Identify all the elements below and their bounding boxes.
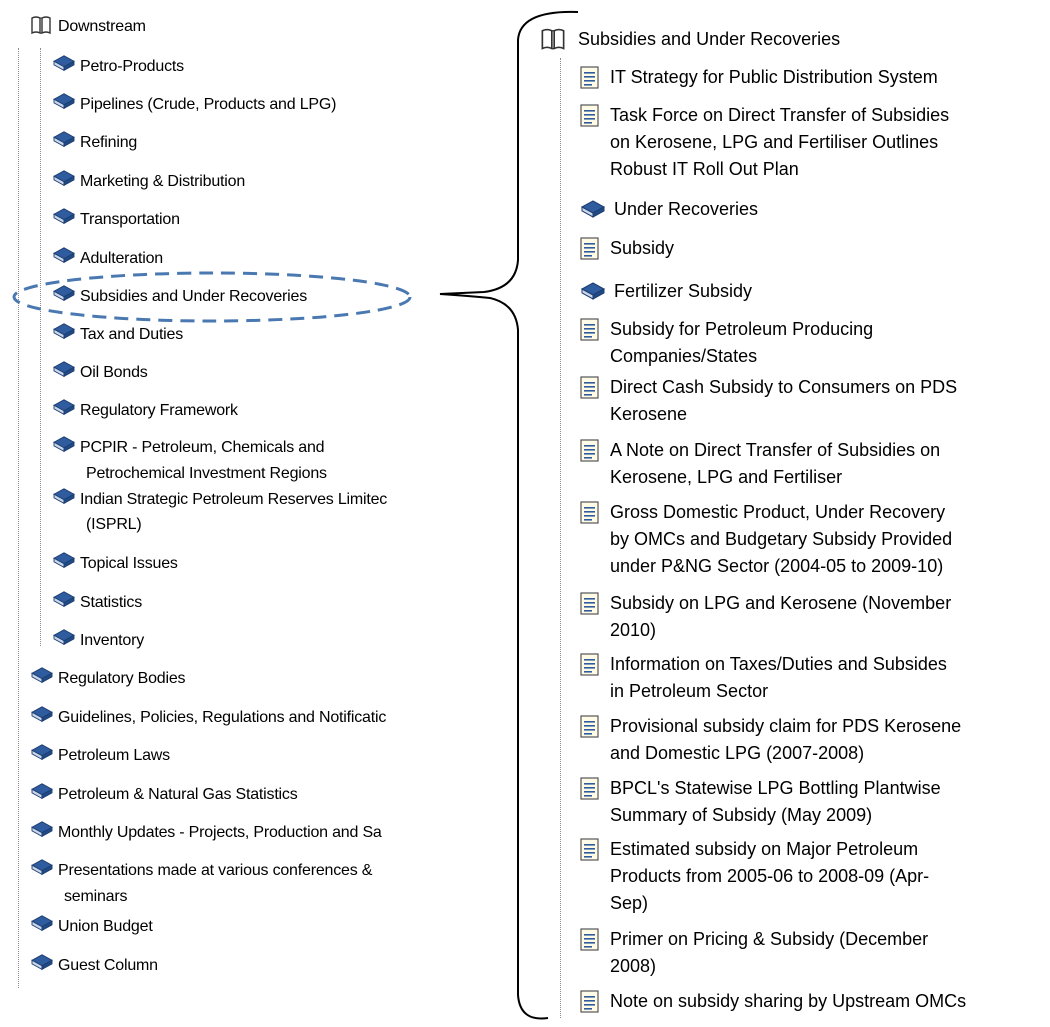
tree-label-line: IT Strategy for Public Distribution Syst… xyxy=(610,67,938,87)
tree-label-line: Estimated subsidy on Major Petroleum xyxy=(610,839,919,859)
tree-label-group: Subsidy xyxy=(610,235,674,262)
tree-label-group: Direct Cash Subsidy to Consumers on PDS K… xyxy=(610,374,957,428)
tree-label-line: by OMCs and Budgetary Subsidy Provided xyxy=(610,529,953,549)
closed-book-icon xyxy=(580,281,606,303)
tree-label-line: Products from 2005-06 to 2008-09 (Apr- xyxy=(610,866,930,886)
tree-connector-line xyxy=(560,58,561,1018)
tree-document-item[interactable]: Subsidy xyxy=(580,235,674,262)
tree-label-line: Companies/States xyxy=(610,346,758,366)
tree-document-item[interactable]: Subsidy on LPG and Kerosene (November 201… xyxy=(580,590,951,644)
tree-label-group: Provisional subsidy claim for PDS Kerose… xyxy=(610,713,961,767)
document-icon xyxy=(580,653,600,677)
tree-label-group: Task Force on Direct Transfer of Subsidi… xyxy=(610,102,949,183)
tree-label-line: 2008) xyxy=(610,956,657,976)
tree-label-line: Subsidy for Petroleum Producing xyxy=(610,319,874,339)
tree-document-item[interactable]: Provisional subsidy claim for PDS Kerose… xyxy=(580,713,961,767)
tree-label-line: Provisional subsidy claim for PDS Kerose… xyxy=(610,716,962,736)
tree-label-line: on Kerosene, LPG and Fertiliser Outlines xyxy=(610,132,939,152)
document-icon xyxy=(580,318,600,342)
tree-document-item[interactable]: BPCL's Statewise LPG Bottling Plantwise S… xyxy=(580,775,941,829)
tree-label-group: Subsidy for Petroleum Producing Companies… xyxy=(610,316,873,370)
tree-label-group: Under Recoveries xyxy=(614,196,758,223)
tree-label-line: A Note on Direct Transfer of Subsidies o… xyxy=(610,440,941,460)
tree-label-line: and Domestic LPG (2007-2008) xyxy=(610,743,865,763)
tree-label-line: Subsidy xyxy=(610,238,675,258)
document-icon xyxy=(580,592,600,616)
tree-label-line: Subsidy on LPG and Kerosene (November xyxy=(610,593,952,613)
tree-document-item[interactable]: Gross Domestic Product, Under Recovery by… xyxy=(580,499,952,580)
tree-label-line: in Petroleum Sector xyxy=(610,681,769,701)
tree-label-group: Estimated subsidy on Major Petroleum Prod… xyxy=(610,836,929,917)
tree-label-line: under P&NG Sector (2004-05 to 2009-10) xyxy=(610,556,944,576)
right-tree: Subsidies and Under Recoveries IT Strate… xyxy=(520,0,1050,1027)
tree-document-item[interactable]: IT Strategy for Public Distribution Syst… xyxy=(580,64,938,91)
document-icon xyxy=(580,104,600,128)
tree-label-line: 2010) xyxy=(610,620,657,640)
document-icon xyxy=(580,777,600,801)
tree-label-line: Under Recoveries xyxy=(614,199,759,219)
tree-document-item[interactable]: A Note on Direct Transfer of Subsidies o… xyxy=(580,437,940,491)
tree-label-group: Information on Taxes/Duties and Subsides… xyxy=(610,651,947,705)
document-icon xyxy=(580,376,600,400)
tree-document-item[interactable]: Note on subsidy sharing by Upstream OMCs xyxy=(580,988,966,1015)
highlight-ellipse xyxy=(12,271,412,323)
tree-label-group: BPCL's Statewise LPG Bottling Plantwise S… xyxy=(610,775,941,829)
tree-label-line: BPCL's Statewise LPG Bottling Plantwise xyxy=(610,778,941,798)
tree-label: Subsidies and Under Recoveries xyxy=(578,29,841,49)
tree-folder-item[interactable]: Under Recoveries xyxy=(580,196,758,223)
tree-label-line: Gross Domestic Product, Under Recovery xyxy=(610,502,946,522)
tree-label-group: IT Strategy for Public Distribution Syst… xyxy=(610,64,938,91)
document-icon xyxy=(580,990,600,1014)
document-icon xyxy=(580,66,600,90)
tree-label-line: Information on Taxes/Duties and Subsides xyxy=(610,654,947,674)
document-icon xyxy=(580,237,600,261)
tree-label-group: Note on subsidy sharing by Upstream OMCs xyxy=(610,988,966,1015)
tree-label-line: Robust IT Roll Out Plan xyxy=(610,159,799,179)
open-book-icon xyxy=(540,26,566,52)
tree-root-subsidies[interactable]: Subsidies and Under Recoveries xyxy=(540,26,840,53)
tree-label-line: Note on subsidy sharing by Upstream OMCs xyxy=(610,991,967,1011)
tree-label-group: A Note on Direct Transfer of Subsidies o… xyxy=(610,437,940,491)
tree-folder-item[interactable]: Fertilizer Subsidy xyxy=(580,278,752,305)
tree-document-item[interactable]: Information on Taxes/Duties and Subsides… xyxy=(580,651,947,705)
tree-label-line: Direct Cash Subsidy to Consumers on PDS xyxy=(610,377,958,397)
document-icon xyxy=(580,501,600,525)
document-icon xyxy=(580,715,600,739)
tree-label-group: Fertilizer Subsidy xyxy=(614,278,752,305)
closed-book-icon xyxy=(580,199,606,221)
tree-label-line: Kerosene, LPG and Fertiliser xyxy=(610,467,843,487)
tree-label-group: Primer on Pricing & Subsidy (December 200… xyxy=(610,926,928,980)
tree-label-group: Subsidy on LPG and Kerosene (November 201… xyxy=(610,590,951,644)
tree-label-line: Task Force on Direct Transfer of Subsidi… xyxy=(610,105,950,125)
tree-label-line: Kerosene xyxy=(610,404,688,424)
document-icon xyxy=(580,838,600,862)
document-icon xyxy=(580,928,600,952)
tree-label-line: Primer on Pricing & Subsidy (December xyxy=(610,929,929,949)
tree-label-line: Summary of Subsidy (May 2009) xyxy=(610,805,873,825)
document-icon xyxy=(580,439,600,463)
tree-document-item[interactable]: Subsidy for Petroleum Producing Companies… xyxy=(580,316,873,370)
tree-document-item[interactable]: Estimated subsidy on Major Petroleum Prod… xyxy=(580,836,929,917)
tree-label-line: Fertilizer Subsidy xyxy=(614,281,753,301)
tree-document-item[interactable]: Primer on Pricing & Subsidy (December 200… xyxy=(580,926,928,980)
tree-label-group: Gross Domestic Product, Under Recovery by… xyxy=(610,499,952,580)
tree-document-item[interactable]: Direct Cash Subsidy to Consumers on PDS K… xyxy=(580,374,957,428)
tree-document-item[interactable]: Task Force on Direct Transfer of Subsidi… xyxy=(580,102,949,183)
tree-label-line: Sep) xyxy=(610,893,649,913)
